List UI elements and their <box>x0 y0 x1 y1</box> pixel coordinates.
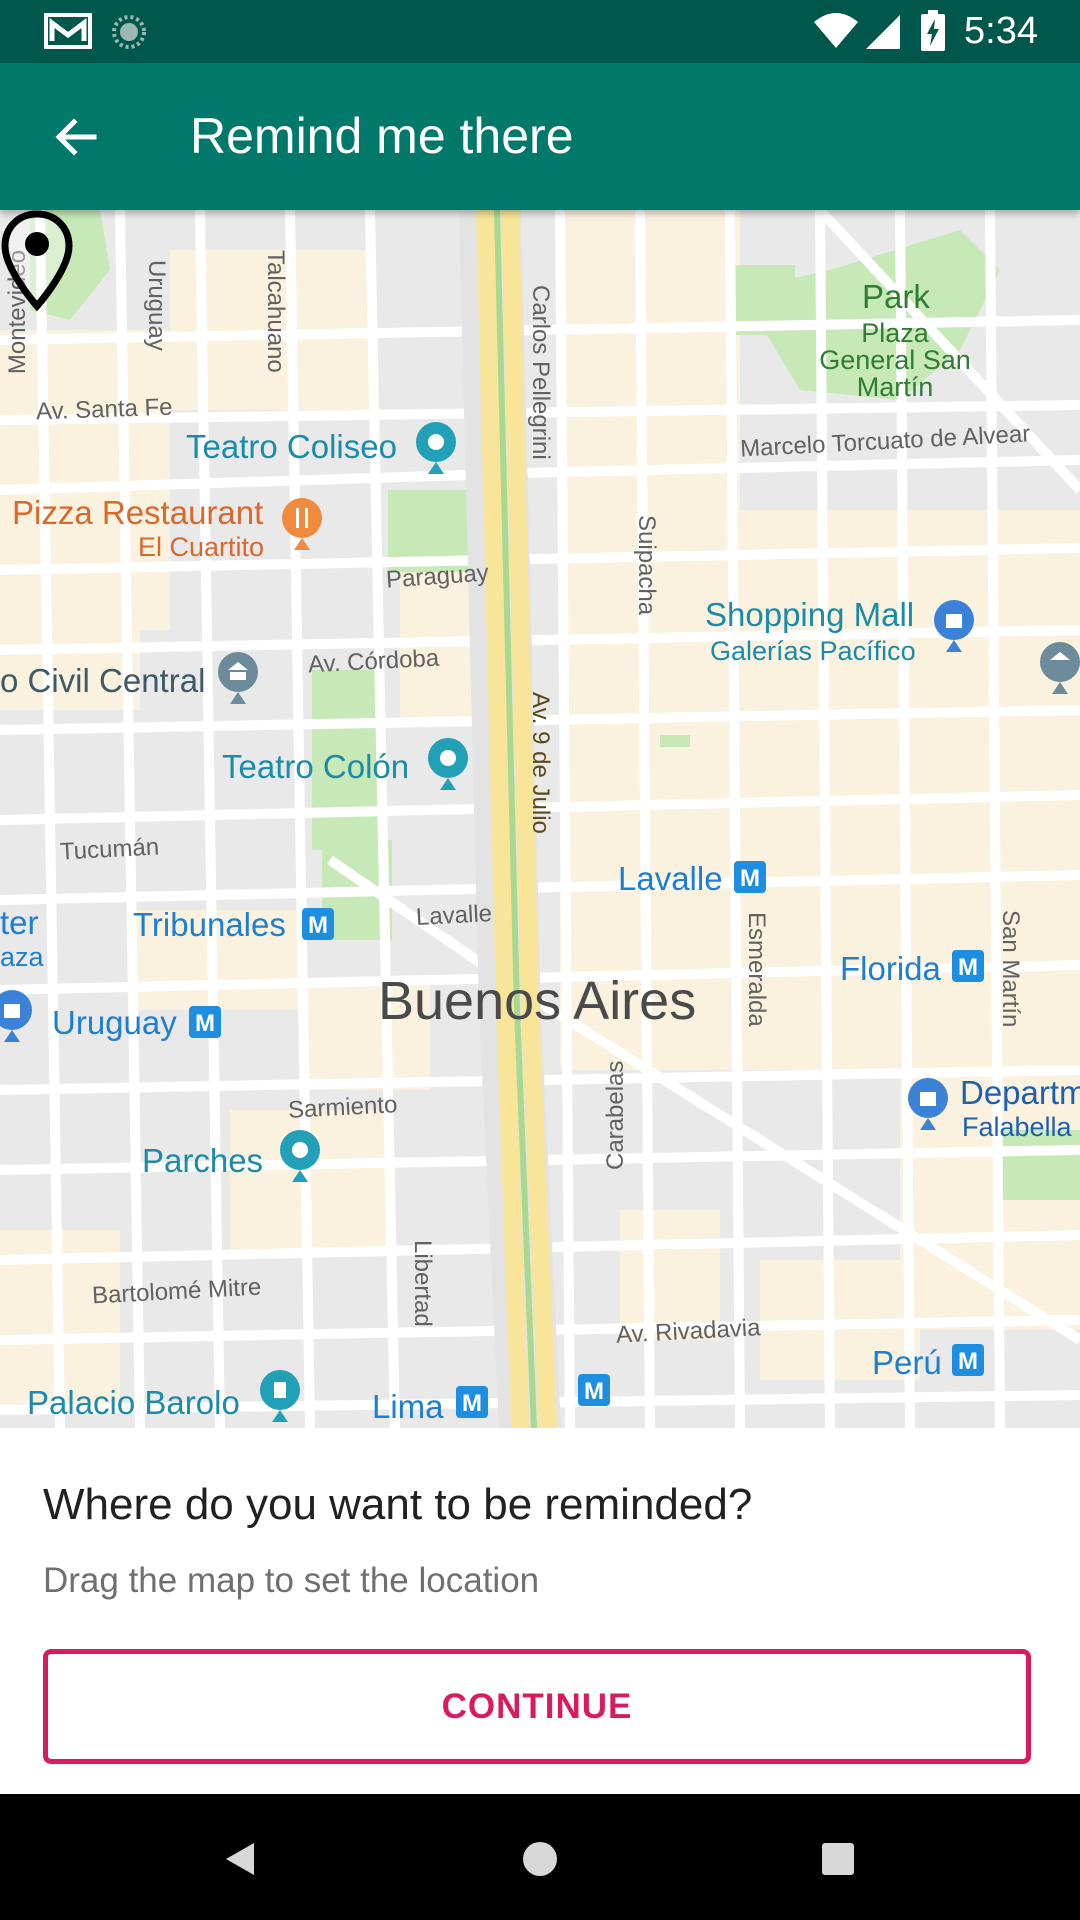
street-label: Tucumán <box>59 833 160 866</box>
place-label: Falabella <box>962 1112 1072 1142</box>
place-label: aza <box>0 942 44 972</box>
metro-badge: M <box>462 1390 482 1417</box>
nav-recents-icon <box>822 1843 854 1875</box>
metro-icon: M <box>952 950 984 982</box>
street-label: Sarmiento <box>287 1091 398 1124</box>
metro-badge: M <box>958 1348 978 1375</box>
status-bar: 5:34 <box>0 0 1080 63</box>
place-label: Teatro Coliseo <box>186 428 397 465</box>
metro-icon: M <box>189 1006 221 1038</box>
place-label: Palacio Barolo <box>27 1384 240 1421</box>
place-label: ter <box>0 904 39 941</box>
gmail-icon <box>44 13 92 49</box>
navigation-bar <box>0 1794 1080 1920</box>
street-label: Carabelas <box>602 1060 629 1170</box>
back-button[interactable] <box>36 97 116 177</box>
signal-icon <box>866 15 900 49</box>
nav-home-button[interactable] <box>505 1824 575 1894</box>
prompt-title: Where do you want to be reminded? <box>43 1480 753 1529</box>
status-time: 5:34 <box>964 10 1038 52</box>
street-label: Carlos Pellegrini <box>527 285 554 460</box>
city-label: Buenos Aires <box>378 971 697 1031</box>
street-label: Suipacha <box>633 515 660 616</box>
street-label: Av. 9 de Julio <box>527 692 554 834</box>
place-label: Florida <box>840 950 941 987</box>
place-label: o Civil Central <box>0 662 206 699</box>
place-label: Tribunales <box>133 906 286 943</box>
place-label: Shopping Mall <box>705 596 915 633</box>
theater-icon <box>428 738 468 790</box>
map-view[interactable]: M M M M M M M Montevideo Uruguay Talcahu… <box>0 210 1080 1428</box>
metro-icon: M <box>302 908 334 940</box>
place-label: Perú <box>872 1344 942 1381</box>
continue-button[interactable]: CONTINUE <box>43 1649 1031 1764</box>
wifi-icon <box>814 13 858 48</box>
metro-badge: M <box>958 954 978 981</box>
street-label: Uruguay <box>143 260 170 351</box>
metro-icon: M <box>734 861 766 893</box>
battery-charging-icon <box>921 10 945 51</box>
place-label: Departm <box>960 1074 1080 1111</box>
app-bar: Remind me there <box>0 63 1080 210</box>
metro-badge: M <box>308 912 328 939</box>
location-pin-icon[interactable] <box>0 210 74 312</box>
museum-icon <box>260 1370 300 1422</box>
place-label: Lavalle <box>618 860 723 897</box>
place-label: Teatro Colón <box>222 748 410 785</box>
theater-icon <box>416 422 456 474</box>
location-panel: Where do you want to be reminded? Drag t… <box>0 1428 1080 1794</box>
prompt-hint: Drag the map to set the location <box>43 1561 540 1600</box>
place-label: Parches <box>142 1142 264 1179</box>
metro-icon: M <box>952 1344 984 1376</box>
street-label: Libertad <box>409 1240 436 1327</box>
place-label: Pizza Restaurant <box>12 494 264 531</box>
nav-back-icon <box>226 1843 254 1875</box>
street-label: Av. Santa Fe <box>35 393 173 426</box>
metro-icon: M <box>456 1386 488 1418</box>
place-label: Plaza General San Martín <box>819 318 971 402</box>
street-label: Esmeralda <box>743 912 770 1027</box>
landmark-icon <box>218 652 258 704</box>
page-title: Remind me there <box>190 108 574 164</box>
street-label: San Martín <box>997 910 1024 1028</box>
place-label: El Cuartito <box>138 532 265 562</box>
arrow-back-icon <box>55 118 97 156</box>
sync-icon <box>112 15 146 49</box>
metro-icon: M <box>578 1374 610 1406</box>
place-label: Galerías Pacífico <box>710 636 916 666</box>
street-label: Lavalle <box>415 900 493 931</box>
street-label: Talcahuano <box>262 250 289 373</box>
shopping-icon <box>0 990 32 1042</box>
restaurant-icon <box>282 498 322 550</box>
nav-recents-button[interactable] <box>803 1824 873 1894</box>
nav-home-icon <box>523 1842 557 1876</box>
metro-badge: M <box>740 865 760 892</box>
place-label: Lima <box>372 1388 444 1425</box>
place-label: Uruguay <box>52 1004 177 1041</box>
metro-badge: M <box>195 1010 215 1037</box>
nav-back-button[interactable] <box>205 1824 275 1894</box>
metro-badge: M <box>584 1378 604 1405</box>
place-label: Park <box>862 278 930 315</box>
